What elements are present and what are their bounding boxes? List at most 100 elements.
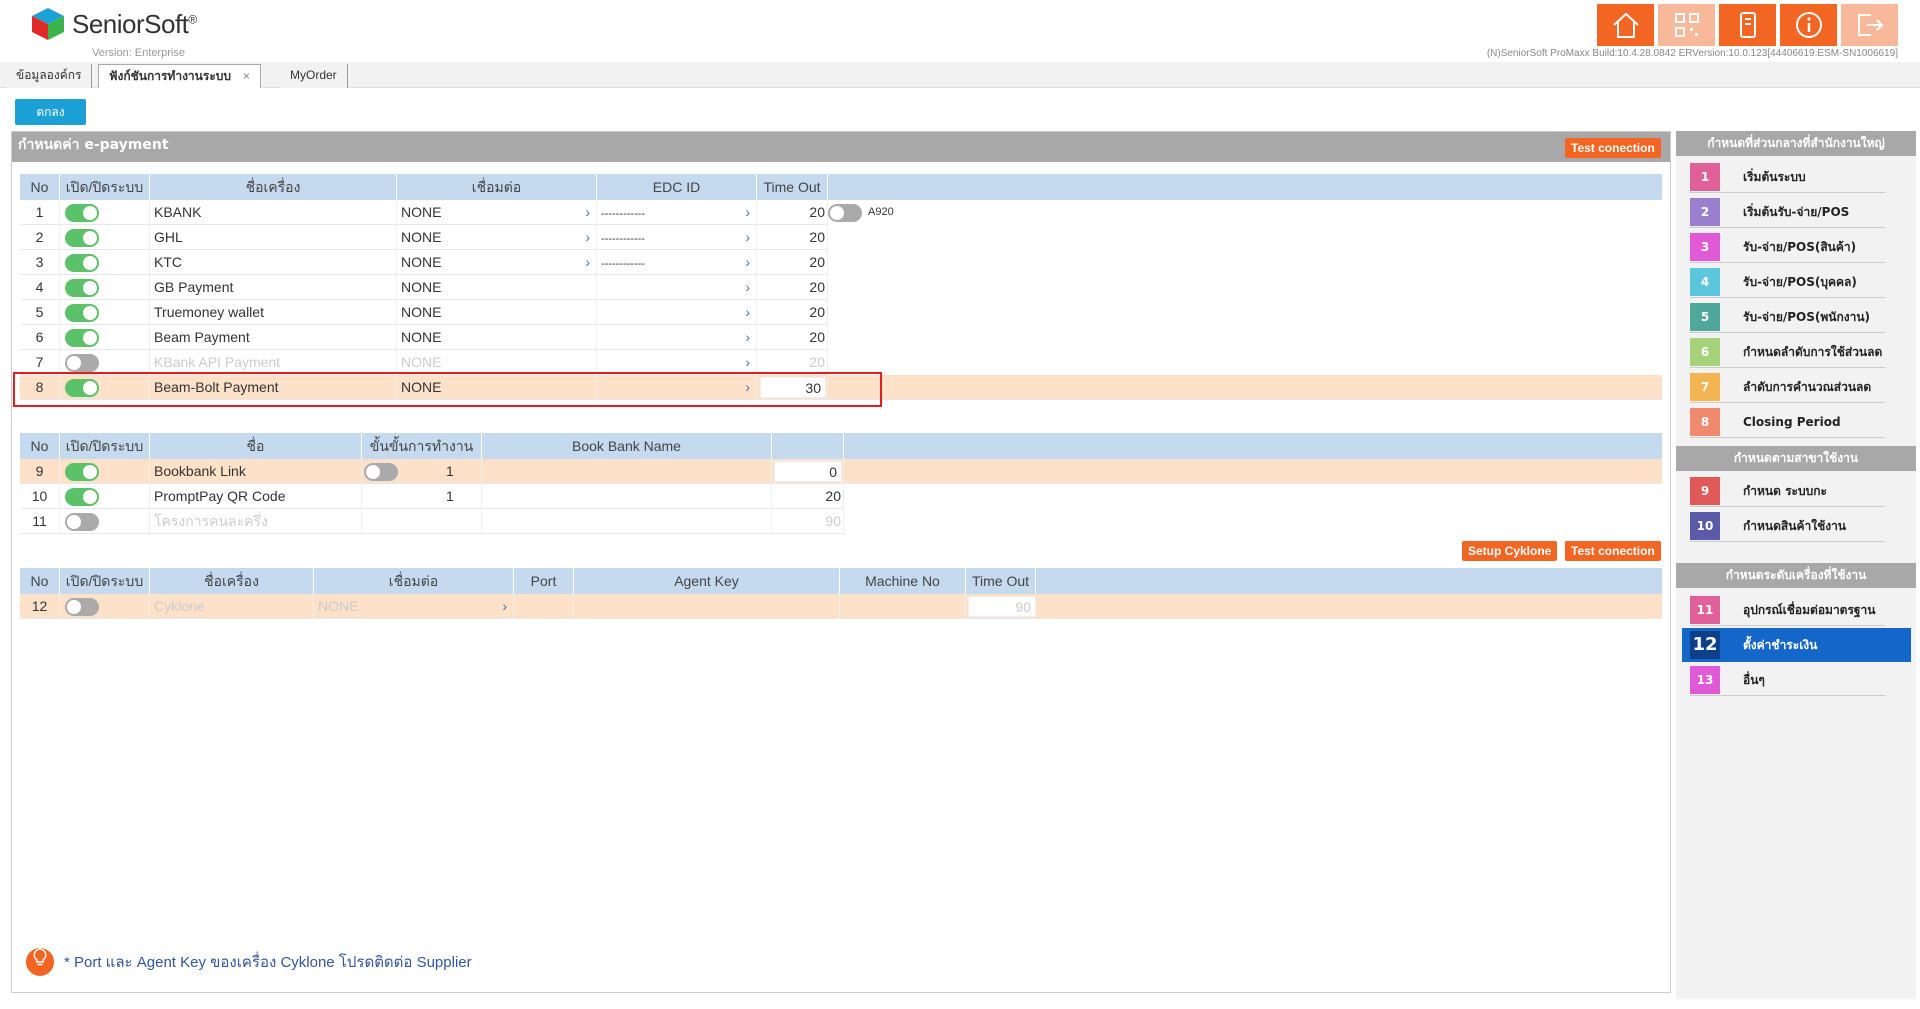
- timeout-cell[interactable]: 20: [757, 200, 828, 225]
- timeout-cell[interactable]: 90: [772, 509, 844, 534]
- enable-toggle[interactable]: [65, 354, 99, 372]
- edc-select[interactable]: ›: [597, 300, 757, 325]
- footnote: * Port และ Agent Key ของเครื่อง Cyklone …: [26, 948, 472, 976]
- connect-select[interactable]: NONE ›: [397, 250, 597, 275]
- tab-organization-info[interactable]: ข้อมูลองค์กร: [6, 64, 93, 88]
- timeout-cell[interactable]: 20: [757, 300, 828, 325]
- timeout-cell[interactable]: 20: [757, 325, 828, 350]
- sidebar-item-9[interactable]: 9 กำหนด ระบบกะ: [1690, 474, 1885, 507]
- step-toggle[interactable]: [364, 463, 398, 481]
- col-agent-key: Agent Key: [574, 568, 840, 594]
- table-row[interactable]: 2 GHL NONE › ------------ › 20: [20, 225, 828, 250]
- table-row[interactable]: 4 GB Payment NONE › 20: [20, 275, 828, 300]
- bank-name: โครงการคนละครึ่ง: [150, 509, 362, 534]
- enable-toggle[interactable]: [65, 304, 99, 322]
- a920-toggle[interactable]: [828, 204, 862, 222]
- qr-code-button[interactable]: [1658, 4, 1715, 46]
- connect-select[interactable]: NONE: [397, 300, 597, 325]
- app-header: SeniorSoft® Version: Enterprise (N)Senio…: [0, 0, 1920, 62]
- edc-select[interactable]: ------------ ›: [597, 200, 757, 225]
- timeout-cell[interactable]: 90: [966, 594, 1036, 619]
- connect-select[interactable]: NONE ›: [314, 594, 514, 619]
- col-connect: เชื่อมต่อ: [314, 568, 514, 594]
- port-input[interactable]: [514, 594, 574, 619]
- table-row[interactable]: 11 โครงการคนละครึ่ง 90: [20, 509, 844, 534]
- timeout-cell[interactable]: 20: [757, 250, 828, 275]
- edc-select[interactable]: ›: [597, 325, 757, 350]
- table-row[interactable]: 1 KBANK NONE › ------------ › 20: [20, 200, 828, 225]
- logout-button[interactable]: [1841, 4, 1898, 46]
- phone-button[interactable]: [1719, 4, 1776, 46]
- table-row[interactable]: 6 Beam Payment NONE › 20: [20, 325, 828, 350]
- bookbank-name-cell[interactable]: [482, 484, 772, 509]
- table-row[interactable]: 9 Bookbank Link 1 0: [20, 459, 1662, 484]
- timeout-cell[interactable]: 20: [757, 225, 828, 250]
- edc-select[interactable]: ›: [597, 275, 757, 300]
- tab-system-functions[interactable]: ฟังก์ชันการทำงานระบบ ×: [98, 64, 262, 88]
- sidebar-item-13[interactable]: 13 อื่นๆ: [1690, 663, 1885, 696]
- connect-select[interactable]: NONE: [397, 275, 597, 300]
- info-icon: [1795, 12, 1822, 38]
- tab-close-icon[interactable]: ×: [243, 69, 250, 83]
- sidebar-item-8[interactable]: 8 Closing Period: [1690, 405, 1885, 438]
- device-name: KTC: [150, 250, 397, 275]
- sidebar-item-5[interactable]: 5 รับ-จ่าย/POS(พนักงาน): [1690, 300, 1885, 333]
- sidebar-item-4[interactable]: 4 รับ-จ่าย/POS(บุคคล): [1690, 265, 1885, 298]
- enable-toggle[interactable]: [65, 513, 99, 531]
- col-device-name: ชื่อเครื่อง: [150, 174, 397, 200]
- timeout-cell[interactable]: 0: [772, 459, 844, 484]
- timeout-cell[interactable]: 20: [757, 275, 828, 300]
- info-button[interactable]: [1780, 4, 1837, 46]
- enable-toggle[interactable]: [65, 488, 99, 506]
- sidebar-item-label: กำหนดสินค้าใช้งาน: [1743, 519, 1847, 533]
- sidebar-item-2[interactable]: 2 เริ่มต้นรับ-จ่าย/POS: [1690, 195, 1885, 228]
- enable-toggle[interactable]: [65, 204, 99, 222]
- test-connection-button-2[interactable]: Test conection: [1565, 541, 1661, 561]
- table-row[interactable]: 5 Truemoney wallet NONE › 20: [20, 300, 828, 325]
- machine-no-input[interactable]: [840, 594, 966, 619]
- sidebar-item-3[interactable]: 3 รับ-จ่าย/POS(สินค้า): [1690, 230, 1885, 263]
- sidebar-item-7[interactable]: 7 ลำดับการคำนวณส่วนลด: [1690, 370, 1885, 403]
- connect-select[interactable]: NONE ›: [397, 200, 597, 225]
- sidebar-item-11[interactable]: 11 อุปกรณ์เชื่อมต่อมาตรฐาน: [1690, 593, 1885, 626]
- enable-toggle[interactable]: [65, 463, 99, 481]
- timeout-input[interactable]: 0: [774, 461, 842, 482]
- home-button[interactable]: [1597, 4, 1654, 46]
- table-row[interactable]: 12 Cyklone NONE › 90: [20, 594, 1662, 619]
- col-timeout: Time Out: [757, 174, 828, 200]
- bookbank-name-cell[interactable]: [482, 509, 772, 534]
- toggle-knob: [67, 515, 81, 529]
- bookbank-name-cell[interactable]: [482, 459, 772, 484]
- enable-toggle[interactable]: [65, 279, 99, 297]
- test-connection-button-1[interactable]: Test conection: [1565, 138, 1661, 158]
- step-value: 1: [446, 488, 454, 504]
- setup-cyklone-button[interactable]: Setup Cyklone: [1462, 541, 1558, 561]
- tab-myorder[interactable]: MyOrder: [280, 64, 348, 88]
- edc-select[interactable]: ------------ ›: [597, 250, 757, 275]
- enable-toggle[interactable]: [65, 254, 99, 272]
- timeout-input[interactable]: 90: [968, 596, 1036, 617]
- table-row[interactable]: 10 PromptPay QR Code 1 20: [20, 484, 844, 509]
- seniorsoft-logo: SeniorSoft®: [30, 6, 197, 42]
- connect-value: NONE: [401, 204, 442, 220]
- table-row[interactable]: 3 KTC NONE › ------------ › 20: [20, 250, 828, 275]
- timeout-cell[interactable]: 20: [772, 484, 844, 509]
- sidebar-item-1[interactable]: 1 เริ่มต้นระบบ: [1690, 160, 1885, 193]
- edc-select[interactable]: ------------ ›: [597, 225, 757, 250]
- enable-toggle[interactable]: [65, 229, 99, 247]
- row-no: 4: [20, 275, 60, 300]
- agent-key-input[interactable]: [574, 594, 840, 619]
- connect-select[interactable]: NONE ›: [397, 225, 597, 250]
- ok-button[interactable]: ตกลง: [15, 99, 86, 125]
- connect-select[interactable]: NONE: [397, 325, 597, 350]
- sidebar-item-6[interactable]: 6 กำหนดลำดับการใช้ส่วนลด: [1690, 335, 1885, 368]
- chevron-right-icon: ›: [745, 304, 750, 320]
- sidebar-item-12[interactable]: 12 ตั้งค่าชำระเงิน: [1682, 628, 1911, 662]
- row-no: 6: [20, 325, 60, 350]
- device-name: GB Payment: [150, 275, 397, 300]
- sidebar-item-10[interactable]: 10 กำหนดสินค้าใช้งาน: [1690, 509, 1885, 542]
- enable-toggle[interactable]: [65, 598, 99, 616]
- enable-toggle[interactable]: [65, 329, 99, 347]
- connect-value: NONE: [401, 229, 442, 245]
- bank-name: PromptPay QR Code: [150, 484, 362, 509]
